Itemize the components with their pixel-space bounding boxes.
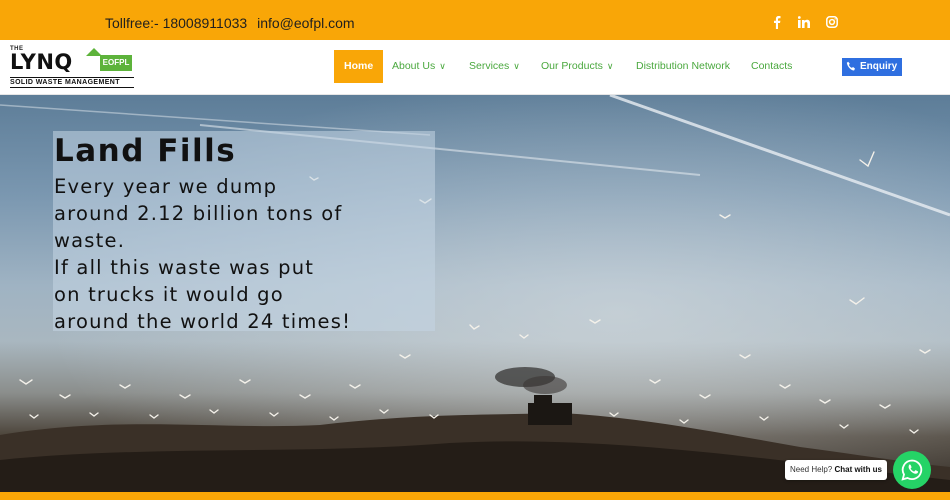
nav-label: Distribution Network — [636, 60, 730, 72]
chat-action-text: Chat with us — [834, 465, 883, 474]
contact-info: Tollfree:- 18008911033 info@eofpl.com — [105, 15, 361, 31]
logo-tagline: SOLID WASTE MANAGEMENT — [10, 77, 134, 88]
bottom-bar — [0, 492, 950, 500]
hero-line: on trucks it would go — [54, 283, 284, 306]
chevron-down-icon: ∨ — [606, 61, 614, 71]
facebook-icon[interactable] — [773, 16, 781, 29]
email-link[interactable]: info@eofpl.com — [257, 15, 354, 31]
hero-line: Every year we dump — [54, 175, 278, 198]
nav-item-services[interactable]: Services ∨ — [469, 50, 520, 83]
nav-label: Contacts — [751, 60, 793, 72]
top-bar: Tollfree:- 18008911033 info@eofpl.com — [0, 0, 950, 40]
chat-prompt-text: Need Help? — [789, 465, 833, 474]
instagram-icon[interactable] — [826, 16, 838, 28]
linkedin-icon[interactable] — [798, 16, 810, 28]
chevron-down-icon: ∨ — [513, 61, 520, 71]
nav-label: Services — [469, 60, 510, 72]
logo-name: LYNQ — [10, 50, 73, 74]
hero-title: Land Fills — [54, 133, 237, 169]
nav-item-distribution-network[interactable]: Distribution Network — [636, 50, 730, 83]
nav-item-contacts[interactable]: Contacts — [751, 50, 792, 83]
nav-item-home[interactable]: Home — [334, 50, 384, 83]
whatsapp-icon — [901, 459, 923, 481]
hero-line: If all this waste was put — [54, 256, 315, 279]
nav-item-our-products[interactable]: Our Products ∨ — [541, 50, 613, 83]
enquiry-label: Enquiry — [860, 61, 898, 72]
site-header: THE LYNQ EOFPL SOLID WASTE MANAGEMENT Ho… — [0, 40, 950, 95]
enquiry-button[interactable]: Enquiry — [842, 58, 902, 76]
hero-line: around the world 24 times! — [54, 310, 352, 333]
nav-item-about-us[interactable]: About Us ∨ — [392, 50, 446, 83]
chevron-down-icon: ∨ — [439, 61, 446, 71]
whatsapp-chat-button[interactable] — [893, 451, 931, 489]
chat-prompt[interactable]: Need Help? Chat with us — [785, 460, 887, 480]
hero-caption: Land Fills Every year we dump around 2.1… — [53, 131, 435, 333]
hero-line: around 2.12 billion tons of — [54, 202, 343, 225]
hero-banner: Land Fills Every year we dump around 2.1… — [0, 95, 950, 492]
tollfree-number[interactable]: Tollfree:- 18008911033 — [105, 15, 247, 31]
phone-icon — [846, 61, 857, 79]
lynq-logo[interactable]: THE LYNQ EOFPL SOLID WASTE MANAGEMENT — [8, 44, 138, 90]
hero-line: waste. — [54, 229, 126, 252]
hero-body: Every year we dump around 2.12 billion t… — [54, 173, 434, 335]
nav-label: About Us — [392, 60, 436, 72]
nav-label: Home — [344, 60, 374, 72]
logo-badge: EOFPL — [100, 55, 132, 71]
nav-label: Our Products — [541, 60, 603, 72]
